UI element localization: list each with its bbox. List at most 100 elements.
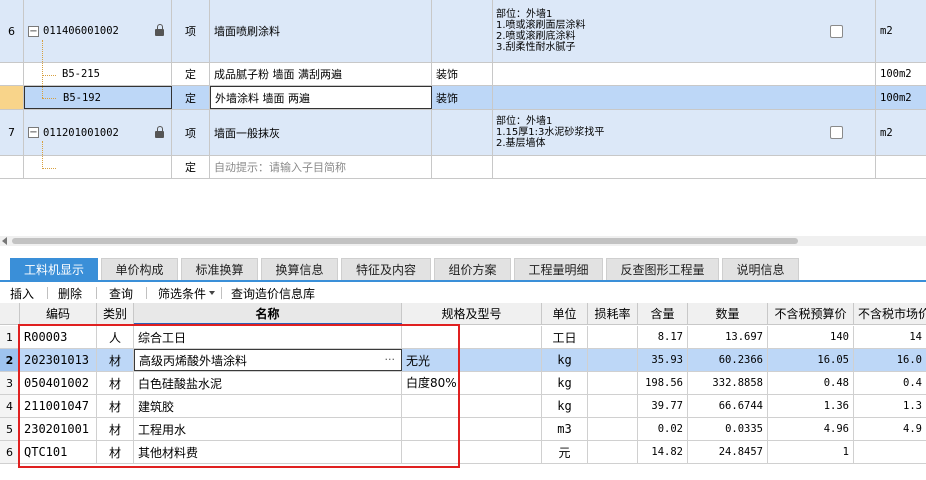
- tab-conversion-info[interactable]: 换算信息: [261, 258, 338, 280]
- feature-description[interactable]: [493, 156, 876, 178]
- table-row-selected[interactable]: 2 202301013 材 高级丙烯酸外墙涂料 ··· 无光 kg 35.93 …: [0, 349, 926, 372]
- bill-row-item-7[interactable]: 7 − 011201001002 项 墙面一般抹灰 部位：外墙1 1.15厚1:…: [0, 110, 926, 156]
- header-market-price[interactable]: 不含税市场价: [854, 303, 926, 324]
- budget-price-cell[interactable]: 4.96: [768, 418, 854, 440]
- tab-pricing-scheme[interactable]: 组价方案: [434, 258, 511, 280]
- tab-standard-conversion[interactable]: 标准换算: [181, 258, 258, 280]
- name-cell[interactable]: 白色硅酸盐水泥: [134, 372, 402, 394]
- content-cell[interactable]: 8.17: [638, 326, 688, 348]
- spec-cell[interactable]: 无光: [402, 349, 542, 371]
- loss-rate-cell[interactable]: [588, 395, 638, 417]
- content-cell[interactable]: 39.77: [638, 395, 688, 417]
- spec-cell[interactable]: [402, 326, 542, 348]
- tab-labor-material-machine[interactable]: 工料机显示: [10, 258, 98, 280]
- name-cell[interactable]: 墙面喷刷涂料: [210, 0, 432, 62]
- code-cell[interactable]: 230201001: [20, 418, 97, 440]
- loss-rate-cell[interactable]: [588, 372, 638, 394]
- table-row[interactable]: 3 050401002 材 白色硅酸盐水泥 白度80% kg 198.56 33…: [0, 372, 926, 395]
- category-cell[interactable]: 人: [97, 326, 134, 348]
- spec-cell[interactable]: [402, 441, 542, 463]
- feature-description[interactable]: [493, 86, 876, 109]
- content-cell[interactable]: 198.56: [638, 372, 688, 394]
- table-row[interactable]: 6 QTC101 材 其他材料费 元 14.82 24.8457 1: [0, 441, 926, 464]
- quantity-cell[interactable]: 13.697: [688, 326, 768, 348]
- spec-cell[interactable]: 白度80%: [402, 372, 542, 394]
- table-row[interactable]: 4 211001047 材 建筑胶 kg 39.77 66.6744 1.36 …: [0, 395, 926, 418]
- feature-description[interactable]: 部位：外墙1 1.15厚1:3水泥砂浆找平 2.基层墙体: [493, 110, 876, 155]
- category-cell[interactable]: 材: [97, 395, 134, 417]
- code-cell[interactable]: − 011406001002: [24, 0, 172, 62]
- tab-quantity-detail[interactable]: 工程量明细: [514, 258, 603, 280]
- loss-rate-cell[interactable]: [588, 349, 638, 371]
- market-price-cell[interactable]: 0.4: [854, 372, 926, 394]
- quantity-cell[interactable]: 0.0335: [688, 418, 768, 440]
- unit-cell[interactable]: kg: [542, 372, 588, 394]
- budget-price-cell[interactable]: 1.36: [768, 395, 854, 417]
- filter-dropdown[interactable]: 筛选条件: [158, 285, 216, 301]
- collapse-icon[interactable]: −: [28, 25, 39, 37]
- market-price-cell[interactable]: 4.9: [854, 418, 926, 440]
- name-hint-cell[interactable]: 自动提示：请输入子目简称: [210, 156, 432, 178]
- header-spec[interactable]: 规格及型号: [402, 303, 542, 324]
- loss-rate-cell[interactable]: [588, 326, 638, 348]
- name-cell[interactable]: 建筑胶: [134, 395, 402, 417]
- query-button[interactable]: 查询: [109, 285, 133, 301]
- delete-button[interactable]: 删除: [58, 285, 82, 301]
- code-cell[interactable]: 050401002: [20, 372, 97, 394]
- checkbox[interactable]: [830, 25, 843, 38]
- category-cell[interactable]: 材: [97, 418, 134, 440]
- collapse-icon[interactable]: −: [28, 127, 39, 138]
- header-code[interactable]: 编码: [20, 303, 97, 324]
- table-row[interactable]: 1 R00003 人 综合工日 工日 8.17 13.697 140 14: [0, 326, 926, 349]
- bill-row-new-quota[interactable]: 定 自动提示：请输入子目简称: [0, 156, 926, 179]
- tab-description-info[interactable]: 说明信息: [722, 258, 799, 280]
- name-cell[interactable]: 其他材料费: [134, 441, 402, 463]
- spec-cell[interactable]: [402, 418, 542, 440]
- budget-price-cell[interactable]: 140: [768, 326, 854, 348]
- insert-button[interactable]: 插入: [10, 285, 34, 301]
- header-unit[interactable]: 单位: [542, 303, 588, 324]
- name-cell[interactable]: 综合工日: [134, 326, 402, 348]
- header-category[interactable]: 类别: [97, 303, 134, 324]
- content-cell[interactable]: 35.93: [638, 349, 688, 371]
- feature-description[interactable]: 部位：外墙1 1.喷或滚刷面层涂料 2.喷或滚刷底涂料 3.刮柔性耐水腻子: [493, 0, 876, 62]
- query-price-library-button[interactable]: 查询造价信息库: [231, 285, 315, 301]
- unit-cell[interactable]: m3: [542, 418, 588, 440]
- horizontal-scrollbar[interactable]: [0, 236, 926, 246]
- code-cell[interactable]: 211001047: [20, 395, 97, 417]
- category-cell[interactable]: 材: [97, 349, 134, 371]
- market-price-cell[interactable]: 14: [854, 326, 926, 348]
- header-loss-rate[interactable]: 损耗率: [588, 303, 638, 324]
- content-cell[interactable]: 14.82: [638, 441, 688, 463]
- code-cell[interactable]: B5-215: [24, 63, 172, 85]
- header-name[interactable]: 名称: [134, 303, 402, 324]
- code-cell[interactable]: QTC101: [20, 441, 97, 463]
- quantity-cell[interactable]: 24.8457: [688, 441, 768, 463]
- checkbox[interactable]: [830, 126, 843, 139]
- market-price-cell[interactable]: [854, 441, 926, 463]
- quantity-cell[interactable]: 66.6744: [688, 395, 768, 417]
- more-icon[interactable]: ···: [385, 353, 396, 366]
- table-row[interactable]: 5 230201001 材 工程用水 m3 0.02 0.0335 4.96 4…: [0, 418, 926, 441]
- tab-reverse-graphic-quantity[interactable]: 反查图形工程量: [606, 258, 719, 280]
- name-cell[interactable]: 成品腻子粉 墙面 满刮两遍: [210, 63, 432, 85]
- budget-price-cell[interactable]: 1: [768, 441, 854, 463]
- name-cell[interactable]: 外墙涂料 墙面 两遍: [210, 86, 432, 109]
- market-price-cell[interactable]: 1.3: [854, 395, 926, 417]
- content-cell[interactable]: 0.02: [638, 418, 688, 440]
- unit-cell[interactable]: kg: [542, 349, 588, 371]
- feature-description[interactable]: [493, 63, 876, 85]
- code-cell[interactable]: [24, 156, 172, 178]
- scrollbar-thumb[interactable]: [12, 238, 798, 244]
- category-cell[interactable]: 材: [97, 372, 134, 394]
- market-price-cell[interactable]: 16.0: [854, 349, 926, 371]
- loss-rate-cell[interactable]: [588, 418, 638, 440]
- unit-cell[interactable]: 元: [542, 441, 588, 463]
- header-budget-price[interactable]: 不含税预算价: [768, 303, 854, 324]
- scroll-left-icon[interactable]: [2, 237, 7, 245]
- loss-rate-cell[interactable]: [588, 441, 638, 463]
- unit-cell[interactable]: kg: [542, 395, 588, 417]
- quantity-cell[interactable]: 60.2366: [688, 349, 768, 371]
- code-cell[interactable]: R00003: [20, 326, 97, 348]
- unit-cell[interactable]: 工日: [542, 326, 588, 348]
